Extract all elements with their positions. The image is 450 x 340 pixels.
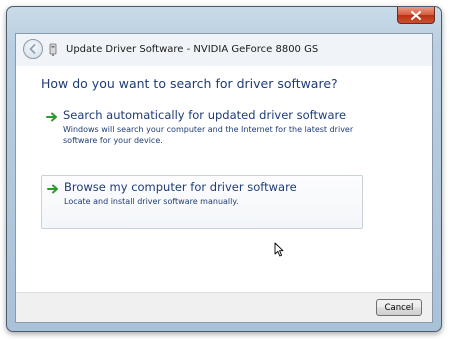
browse-computer-option[interactable]: Browse my computer for driver software L… xyxy=(41,175,363,229)
page-question: How do you want to search for driver sof… xyxy=(41,76,338,91)
search-automatically-option[interactable]: Search automatically for updated driver … xyxy=(41,104,363,160)
close-button[interactable] xyxy=(397,7,435,24)
option-title: Browse my computer for driver software xyxy=(64,180,297,194)
back-arrow-icon xyxy=(29,44,36,54)
dialog-window: Update Driver Software - NVIDIA GeForce … xyxy=(6,6,442,332)
main-panel: How do you want to search for driver sof… xyxy=(16,66,432,298)
back-button[interactable] xyxy=(23,39,43,59)
window-title: Update Driver Software - NVIDIA GeForce … xyxy=(66,44,319,55)
close-icon xyxy=(411,10,421,20)
option-description: Windows will search your computer and th… xyxy=(63,125,354,145)
green-arrow-icon xyxy=(47,184,58,194)
dialog-footer: Cancel xyxy=(16,292,432,322)
dialog-header: Update Driver Software - NVIDIA GeForce … xyxy=(16,34,432,66)
option-description: Locate and install driver software manua… xyxy=(64,197,239,206)
cancel-button[interactable]: Cancel xyxy=(376,299,422,316)
option-title: Search automatically for updated driver … xyxy=(63,108,347,122)
green-arrow-icon xyxy=(46,112,57,122)
device-icon xyxy=(49,43,57,56)
dialog-content: Update Driver Software - NVIDIA GeForce … xyxy=(15,33,433,323)
mouse-cursor-icon xyxy=(274,242,284,257)
